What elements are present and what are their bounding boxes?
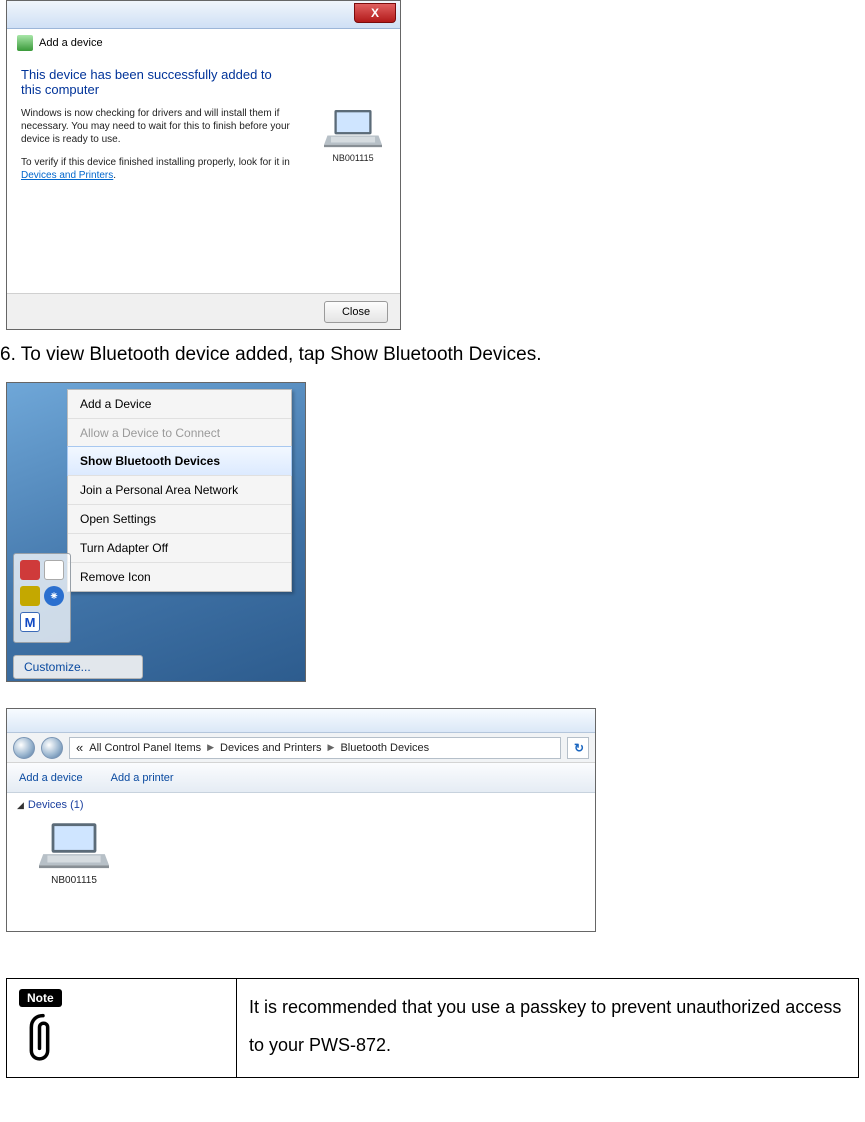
menu-remove-icon[interactable]: Remove Icon xyxy=(68,562,291,591)
dialog-titlebar: X xyxy=(7,1,400,29)
paired-device: NB001115 xyxy=(324,107,382,163)
tray-icon-2[interactable] xyxy=(44,560,64,580)
bluetooth-devices-window: « All Control Panel Items ▶ Devices and … xyxy=(6,708,596,932)
tray-overflow-panel: ⁕ M xyxy=(13,553,71,643)
paperclip-icon xyxy=(19,1011,67,1067)
nav-forward-button[interactable] xyxy=(41,737,63,759)
info-text-2a: To verify if this device finished instal… xyxy=(21,157,290,168)
customize-tray-link[interactable]: Customize... xyxy=(13,655,143,679)
menu-show-bluetooth-devices[interactable]: Show Bluetooth Devices xyxy=(67,446,292,476)
dialog-title: Add a device xyxy=(39,37,103,49)
address-bar-row: « All Control Panel Items ▶ Devices and … xyxy=(7,733,595,763)
devices-section-header[interactable]: ◢ Devices (1) xyxy=(7,793,595,813)
menu-turn-adapter-off[interactable]: Turn Adapter Off xyxy=(68,533,291,562)
devices-and-printers-link[interactable]: Devices and Printers xyxy=(21,170,113,181)
refresh-button[interactable]: ↻ xyxy=(567,737,589,759)
tray-screenshot: Add a Device Allow a Device to Connect S… xyxy=(6,382,306,682)
info-text-1: Windows is now checking for drivers and … xyxy=(21,107,301,146)
add-device-icon xyxy=(17,35,33,51)
dialog-header: Add a device xyxy=(7,29,400,53)
success-heading: This device has been successfully added … xyxy=(21,67,291,97)
dialog-footer: Close xyxy=(7,293,400,329)
close-button[interactable]: X xyxy=(354,3,396,23)
tray-icon-3[interactable] xyxy=(20,586,40,606)
add-device-dialog: X Add a device This device has been succ… xyxy=(6,0,401,330)
note-icon-cell: Note xyxy=(7,979,237,1078)
menu-open-settings[interactable]: Open Settings xyxy=(68,504,291,533)
explorer-toolbar: Add a device Add a printer xyxy=(7,763,595,793)
collapse-icon: ◢ xyxy=(17,800,24,810)
crumb-devices-printers[interactable]: Devices and Printers xyxy=(220,742,322,754)
crumb-all-items[interactable]: All Control Panel Items xyxy=(89,742,201,754)
device-name: NB001115 xyxy=(324,153,382,163)
step-6-instruction: 6. To view Bluetooth device added, tap S… xyxy=(0,344,865,366)
info-text-2b: . xyxy=(113,170,116,181)
note-badge: Note xyxy=(19,989,62,1007)
toolbar-add-device[interactable]: Add a device xyxy=(19,772,83,784)
menu-join-pan[interactable]: Join a Personal Area Network xyxy=(68,475,291,504)
bluetooth-context-menu: Add a Device Allow a Device to Connect S… xyxy=(67,389,292,592)
nav-back-button[interactable] xyxy=(13,737,35,759)
toolbar-add-printer[interactable]: Add a printer xyxy=(111,772,174,784)
laptop-icon xyxy=(39,819,109,871)
menu-allow-connect: Allow a Device to Connect xyxy=(68,418,291,447)
note-text-cell: It is recommended that you use a passkey… xyxy=(237,979,859,1078)
devices-section-label: Devices (1) xyxy=(28,799,84,811)
laptop-icon xyxy=(324,107,382,149)
note-table: Note It is recommended that you use a pa… xyxy=(6,978,859,1078)
tray-icon-m[interactable]: M xyxy=(20,612,40,632)
device-item[interactable]: NB001115 xyxy=(29,819,119,886)
info-text-2: To verify if this device finished instal… xyxy=(21,156,301,182)
note-text: It is recommended that you use a passkey… xyxy=(249,989,846,1065)
crumb-bluetooth-devices[interactable]: Bluetooth Devices xyxy=(340,742,429,754)
breadcrumb-bar[interactable]: « All Control Panel Items ▶ Devices and … xyxy=(69,737,561,759)
window-titlebar xyxy=(7,709,595,733)
bluetooth-tray-icon[interactable]: ⁕ xyxy=(44,586,64,606)
close-dialog-button[interactable]: Close xyxy=(324,301,388,323)
menu-add-device[interactable]: Add a Device xyxy=(68,390,291,418)
tray-icon-1[interactable] xyxy=(20,560,40,580)
device-name-label: NB001115 xyxy=(29,875,119,886)
